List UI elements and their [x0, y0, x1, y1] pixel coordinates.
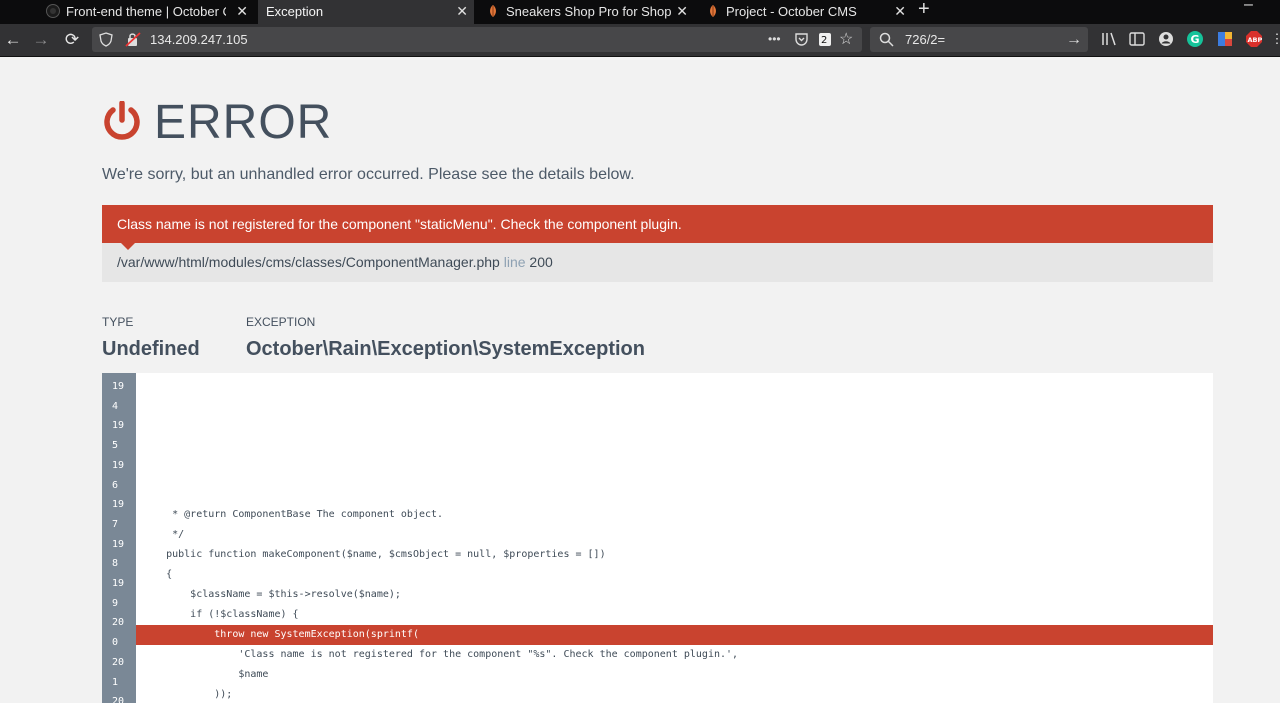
code-line: public function makeComponent($name, $cm… — [136, 549, 606, 561]
tab-label: Project - October CMS — [726, 4, 857, 19]
tab-front-end-theme[interactable]: Front-end theme | October C ✕ — [38, 0, 254, 24]
tab-bar: Front-end theme | October C ✕ Exception … — [0, 0, 1280, 24]
pocket-icon[interactable] — [794, 32, 809, 47]
tab-label: Exception — [266, 4, 324, 19]
october-icon — [710, 5, 716, 17]
error-file-path: /var/www/html/modules/cms/classes/Compon… — [117, 254, 500, 270]
exception-value: October\Rain\Exception\SystemException — [246, 338, 645, 360]
gutter-number: 1 — [112, 676, 119, 688]
tab-sneakers-shop[interactable]: Sneakers Shop Pro for Shop ✕ — [478, 0, 694, 24]
power-icon — [104, 101, 140, 140]
error-subtitle: We're sorry, but an unhandled error occu… — [102, 166, 635, 183]
page-actions-icon[interactable]: ••• — [768, 27, 781, 52]
shield-icon[interactable] — [99, 32, 113, 47]
forward-arrow-icon[interactable]: → — [29, 28, 53, 52]
extension-icon[interactable]: 2 — [818, 32, 832, 47]
line-label: line — [503, 254, 526, 270]
type-value: Undefined — [102, 338, 200, 360]
code-line: $name — [136, 668, 269, 680]
error-message: Class name is not registered for the com… — [102, 205, 1213, 243]
gutter-number: 19 — [112, 459, 125, 471]
code-line: 'Class name is not registered for the co… — [136, 648, 739, 660]
gutter-number: 8 — [112, 558, 119, 570]
search-input[interactable]: 726/2= — [905, 27, 945, 52]
tab-label: Sneakers Shop Pro for Shop — [506, 4, 672, 19]
gutter-number: 5 — [112, 440, 119, 452]
gutter-number: 6 — [112, 479, 119, 491]
gutter-number: 19 — [112, 381, 125, 392]
svg-text:G: G — [1191, 33, 1200, 46]
code-line: { — [136, 569, 173, 581]
account-icon[interactable] — [1157, 30, 1175, 48]
svg-text:ABP: ABP — [1248, 36, 1263, 44]
gutter-number: 19 — [112, 420, 125, 432]
search-icon — [879, 32, 894, 47]
new-tab-button[interactable]: + — [918, 0, 930, 21]
code-line: * @return ComponentBase The component ob… — [136, 509, 444, 521]
gutter-number: 19 — [112, 538, 125, 550]
code-line: */ — [136, 529, 185, 541]
navigation-toolbar: ← → ⟳ 134.209.247.105 ••• 2 ☆ 726/2= → G… — [0, 24, 1280, 57]
gutter-number: 7 — [112, 518, 119, 530]
gutter-number: 9 — [112, 597, 119, 609]
close-tab-icon[interactable]: ✕ — [456, 0, 468, 23]
adblock-plus-icon[interactable]: ABP — [1245, 30, 1263, 48]
extension-tiles-icon[interactable] — [1216, 30, 1234, 48]
line-number: 200 — [529, 254, 553, 270]
error-title: ERROR — [154, 96, 333, 149]
page-content: ERROR We're sorry, but an unhandled erro… — [0, 57, 1280, 703]
type-label: TYPE — [102, 315, 134, 329]
highlighted-code-line: throw new SystemException(sprintf( — [136, 624, 1213, 645]
insecure-lock-icon[interactable] — [125, 32, 141, 47]
bookmark-star-icon[interactable]: ☆ — [839, 27, 853, 52]
minimize-button[interactable]: – — [1244, 0, 1253, 14]
grammarly-icon[interactable]: G — [1186, 30, 1204, 48]
gutter-number: 20 — [112, 656, 125, 668]
url-bar[interactable]: 134.209.247.105 ••• 2 ☆ — [92, 27, 862, 52]
code-snippet: 19 4 19 5 19 6 19 7 19 8 19 9 20 0 20 1 20 * @return Com… — [102, 373, 1213, 703]
october-icon — [490, 5, 496, 17]
gutter-number: 20 — [112, 696, 125, 703]
gutter-number: 19 — [112, 578, 125, 589]
sidebar-icon[interactable] — [1128, 30, 1146, 48]
gutter-number: 19 — [112, 499, 125, 511]
message-pointer — [121, 243, 135, 250]
close-tab-icon[interactable]: ✕ — [676, 0, 688, 23]
reload-icon[interactable]: ⟳ — [60, 28, 84, 52]
menu-icon[interactable]: ⋮ — [1268, 30, 1280, 48]
close-tab-icon[interactable]: ✕ — [236, 0, 248, 23]
tab-project-october[interactable]: Project - October CMS ✕ — [698, 0, 912, 24]
back-arrow-icon[interactable]: ← — [1, 28, 25, 52]
exception-label: EXCEPTION — [246, 315, 316, 329]
library-icon[interactable] — [1100, 30, 1118, 48]
svg-text:2: 2 — [821, 35, 827, 46]
tab-exception[interactable]: Exception ✕ — [258, 0, 474, 24]
error-file-location: /var/www/html/modules/cms/classes/Compon… — [102, 243, 1213, 282]
code-line: )); — [136, 688, 233, 700]
search-go-arrow-icon[interactable]: → — [1066, 27, 1082, 52]
code-line: if (!$className) { — [136, 608, 299, 620]
gutter-number: 20 — [112, 617, 125, 629]
gutter-number: 4 — [112, 400, 119, 412]
gutter-number: 0 — [112, 637, 119, 649]
search-bar[interactable]: 726/2= → — [870, 27, 1088, 52]
tab-label: Front-end theme | October C — [66, 4, 226, 19]
code-line: $className = $this->resolve($name); — [136, 589, 401, 600]
close-tab-icon[interactable]: ✕ — [894, 0, 906, 23]
url-text[interactable]: 134.209.247.105 — [150, 27, 248, 52]
github-icon — [46, 4, 60, 18]
